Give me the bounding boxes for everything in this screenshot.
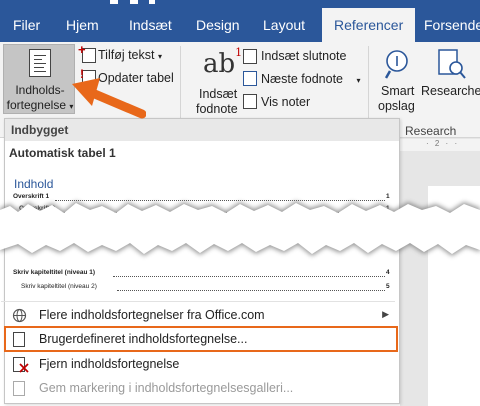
chevron-down-icon: ▾: [356, 76, 361, 85]
toc-preview-entry: Skriv kapiteltitel (niveau 1): [13, 269, 96, 276]
insert-footnote-icon: ab1: [203, 46, 243, 79]
smart-lookup-label-line2[interactable]: opslag: [378, 99, 415, 113]
gallery-section-header: Indbygget: [5, 119, 399, 141]
toc-preview-page: 4: [386, 269, 390, 276]
torn-paper-overlay: [0, 201, 480, 256]
insert-endnote-button[interactable]: Indsæt slutnote: [261, 49, 346, 63]
remove-toc-item[interactable]: Fjern indholdsfortegnelse: [5, 353, 399, 376]
gallery-item-title[interactable]: Automatisk tabel 1: [9, 146, 116, 160]
menu-item-label: Gem markering i indholdsfortegnelsesgall…: [39, 381, 294, 395]
menu-item-label: Fjern indholdsfortegnelse: [39, 357, 180, 371]
chevron-down-icon: ▾: [157, 52, 162, 61]
title-bar: [0, 0, 480, 8]
chevron-right-icon: ▶: [382, 309, 389, 319]
quick-access-icon[interactable]: [130, 0, 138, 4]
toc-button-label-line2: fortegnelse ▾: [6, 98, 74, 112]
toc-preview-entry: Skriv kapiteltitel (niveau 2): [21, 283, 97, 290]
researcher-icon: [438, 49, 466, 79]
ruler: · 2 · ·: [400, 139, 480, 151]
next-footnote-button[interactable]: Næste fodnote ▾: [261, 72, 361, 86]
quick-access-icon[interactable]: [110, 0, 118, 4]
toc-dots: [117, 290, 385, 291]
group-separator: [180, 46, 181, 124]
pointer-arrow-annotation: [72, 78, 146, 119]
tab-referencer[interactable]: Referencer: [322, 8, 416, 42]
tab-indsaet[interactable]: Indsæt: [129, 8, 172, 42]
quick-access-icon[interactable]: [149, 0, 155, 4]
document-lines-icon: [29, 49, 51, 77]
menu-item-label: Flere indholdsfortegnelser fra Office.co…: [39, 308, 265, 322]
save-to-gallery-icon: [13, 381, 25, 396]
next-footnote-icon: [243, 71, 257, 86]
add-text-button[interactable]: Tilføj tekst ▾: [98, 48, 162, 62]
toc-preview-heading[interactable]: Indhold: [14, 177, 53, 191]
group-separator: [368, 46, 369, 124]
endnote-icon: [243, 49, 257, 64]
toc-dots: [113, 276, 385, 277]
table-of-contents-button[interactable]: Indholds- fortegnelse ▾: [3, 44, 75, 114]
tab-layout[interactable]: Layout: [263, 8, 305, 42]
smart-lookup-label-line1[interactable]: Smart: [381, 84, 414, 98]
close-icon: [19, 363, 29, 373]
insert-footnote-label-line2[interactable]: fodnote: [196, 102, 238, 116]
highlight-outline: [4, 326, 398, 352]
menu-separator: [1, 301, 395, 302]
researcher-button[interactable]: Researcher: [421, 84, 480, 98]
show-notes-button[interactable]: Vis noter: [261, 95, 310, 109]
toc-button-label-line1: Indholds-: [15, 83, 65, 97]
tab-hjem[interactable]: Hjem: [66, 8, 99, 42]
add-text-icon: [78, 42, 96, 63]
tab-forsendelser[interactable]: Forsende: [424, 8, 480, 42]
research-group-label: Research: [405, 124, 457, 138]
ribbon-tabbar: Filer Hjem Indsæt Design Layout Referenc…: [0, 8, 480, 42]
show-notes-icon: [243, 94, 257, 109]
tab-filer[interactable]: Filer: [13, 8, 40, 42]
globe-icon: [12, 308, 27, 323]
more-tocs-office-item[interactable]: Flere indholdsfortegnelser fra Office.co…: [5, 304, 399, 327]
toc-preview-page: 5: [386, 283, 390, 290]
insert-footnote-label-line1[interactable]: Indsæt: [199, 87, 237, 101]
tab-design[interactable]: Design: [196, 8, 240, 42]
save-selection-gallery-item: Gem markering i indholdsfortegnelsesgall…: [5, 377, 399, 400]
lightbulb-search-icon: [385, 50, 408, 79]
